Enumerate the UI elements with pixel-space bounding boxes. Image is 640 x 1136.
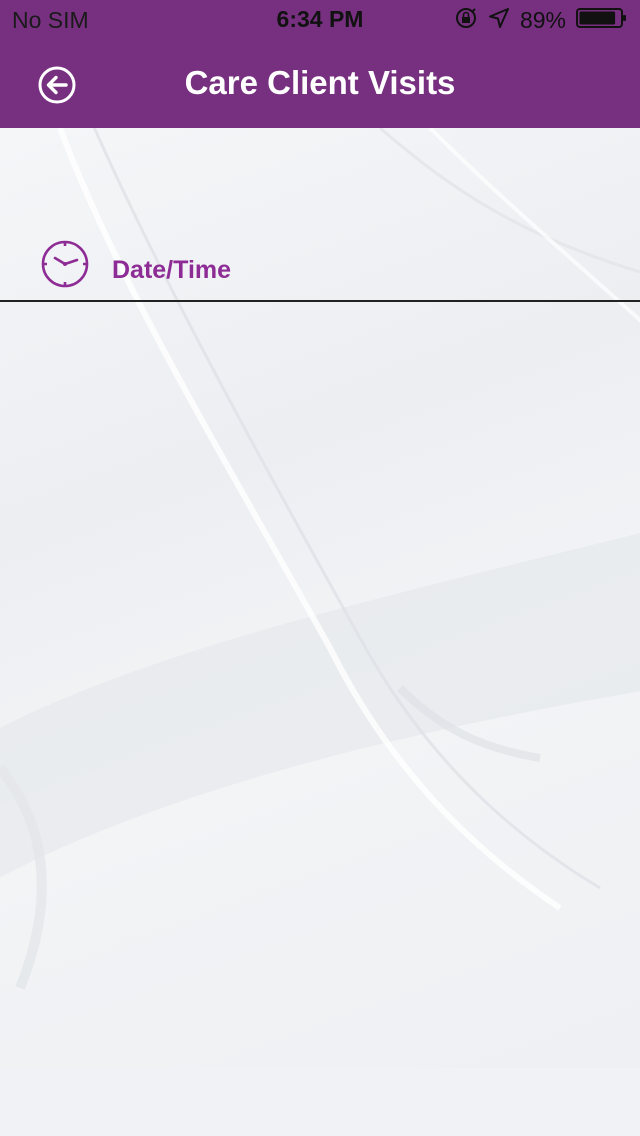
main-content: Date/Time bbox=[0, 128, 640, 1068]
page-title: Care Client Visits bbox=[184, 64, 456, 101]
battery-percent: 89% bbox=[519, 6, 566, 33]
clock-icon bbox=[40, 236, 90, 292]
back-button[interactable] bbox=[30, 60, 84, 114]
datetime-field[interactable]: Date/Time bbox=[0, 228, 640, 302]
bottom-area bbox=[0, 1068, 640, 1136]
status-bar: No SIM 6:34 PM 89% bbox=[0, 0, 640, 40]
datetime-label: Date/Time bbox=[112, 256, 232, 284]
top-bar: No SIM 6:34 PM 89% Care Client Visits bbox=[0, 0, 640, 128]
nav-bar: Care Client Visits bbox=[0, 40, 640, 128]
back-arrow-circle-icon bbox=[37, 65, 77, 110]
status-icons: 89% bbox=[454, 6, 628, 34]
orientation-lock-icon bbox=[454, 6, 478, 35]
battery-icon bbox=[576, 6, 628, 35]
location-arrow-icon bbox=[488, 7, 510, 34]
